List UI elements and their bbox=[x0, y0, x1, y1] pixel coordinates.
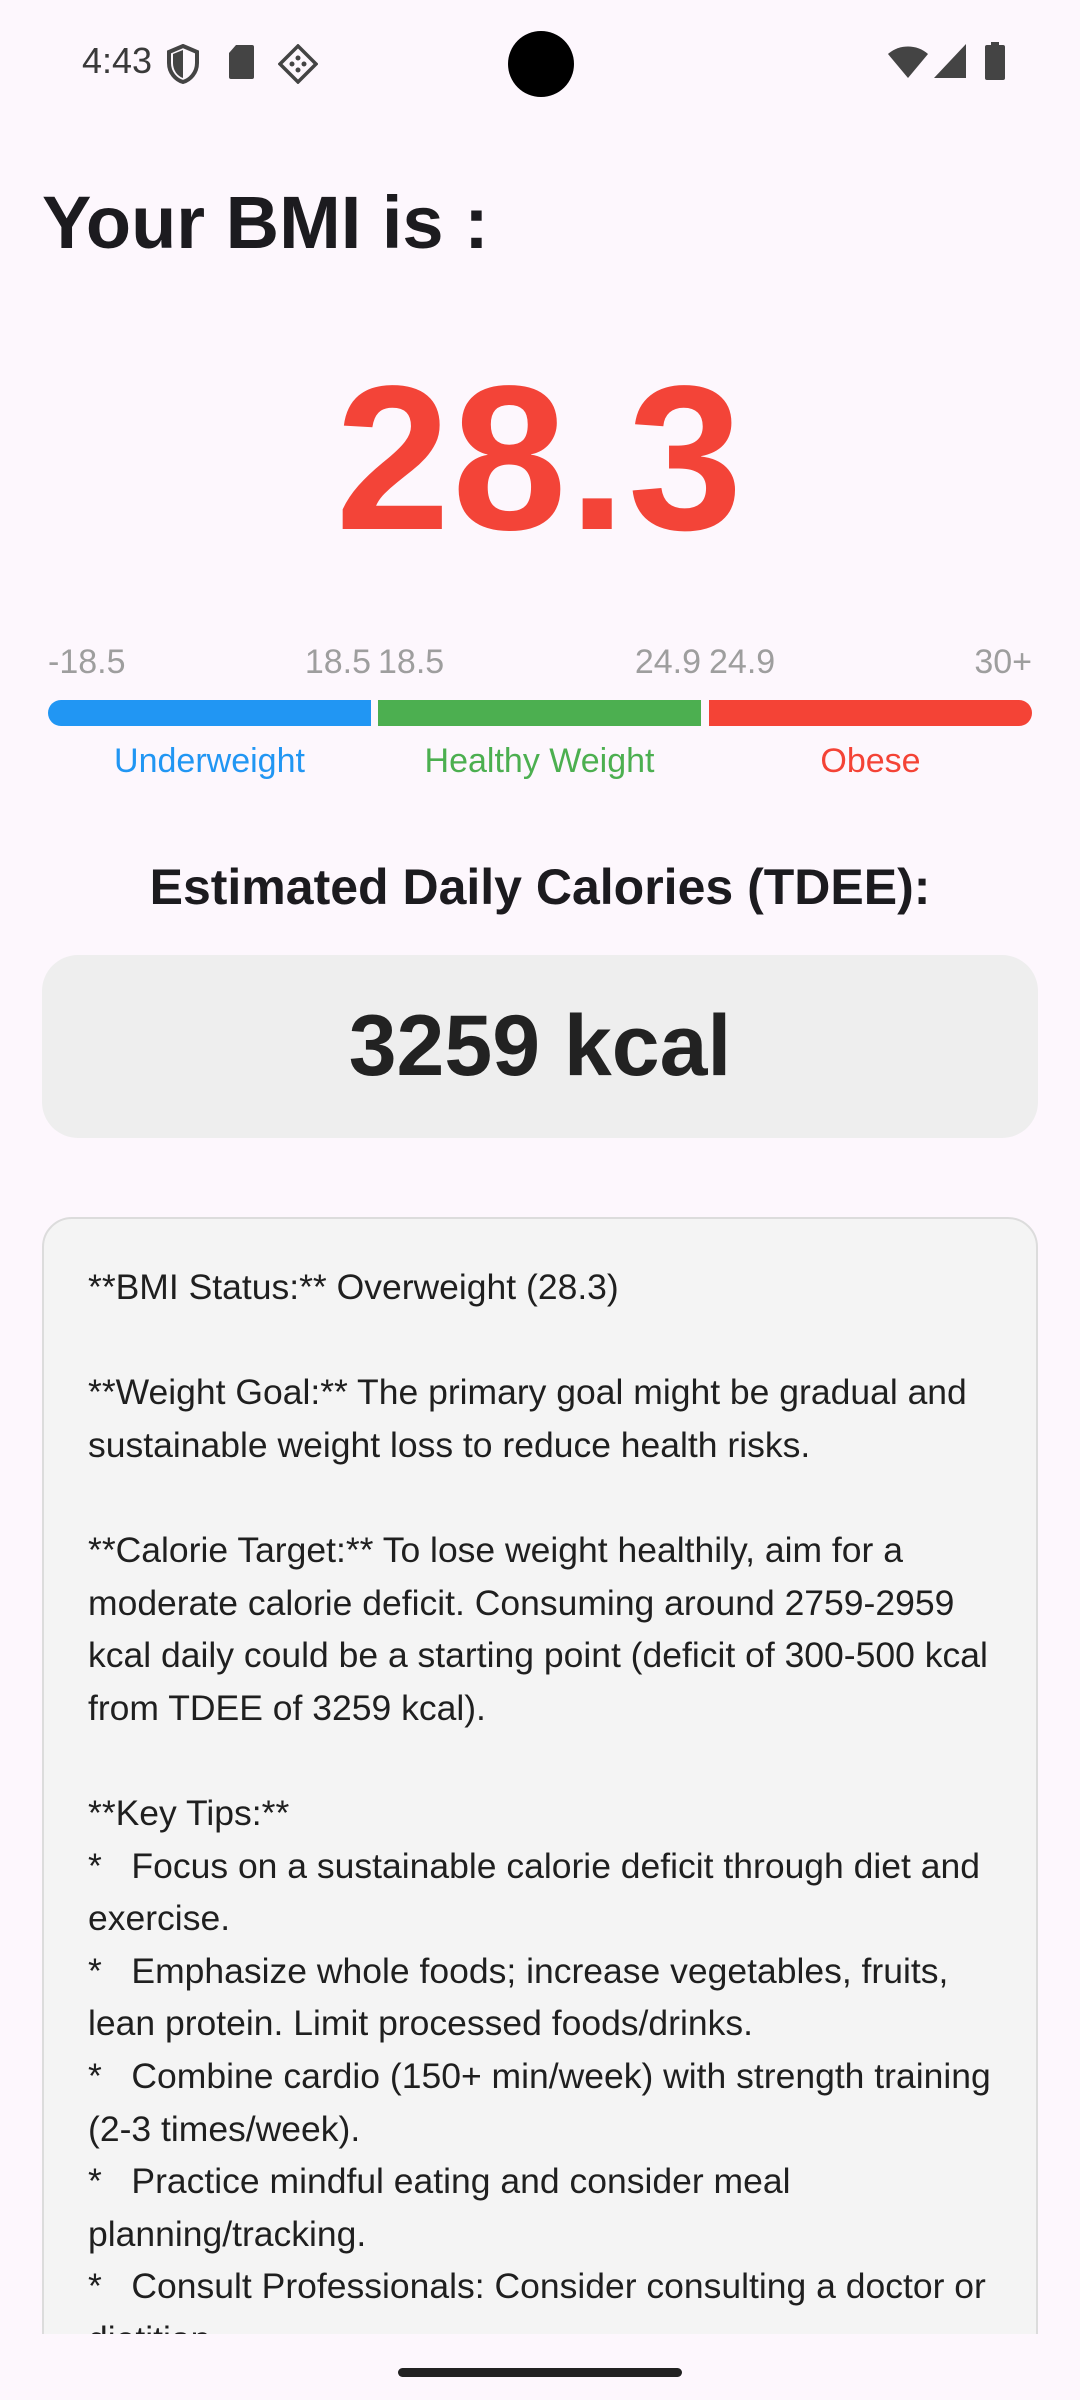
segment-min-label: -18.5 bbox=[48, 643, 126, 681]
segment-bar-underweight bbox=[48, 700, 371, 726]
scale-segment-healthy: 18.5 24.9 Healthy Weight bbox=[378, 640, 701, 790]
scale-segment-obese: 24.9 30+ Obese bbox=[709, 640, 1032, 790]
segment-bar-healthy bbox=[378, 700, 701, 726]
bmi-scale: -18.5 18.5 Underweight 18.5 24.9 Healthy… bbox=[48, 640, 1032, 790]
segment-max-label: 30+ bbox=[974, 643, 1032, 681]
segment-max-label: 24.9 bbox=[634, 643, 701, 681]
segment-label-underweight: Underweight bbox=[114, 742, 305, 780]
segment-min-label: 24.9 bbox=[709, 643, 776, 681]
tdee-card: 3259 kcal bbox=[42, 955, 1038, 1138]
cellular-signal-icon bbox=[934, 44, 966, 83]
bmi-value: 28.3 bbox=[335, 343, 745, 573]
tdee-value: 3259 kcal bbox=[348, 998, 732, 1094]
sd-card-icon bbox=[228, 44, 254, 85]
segment-label-healthy: Healthy Weight bbox=[424, 742, 655, 780]
wifi-icon bbox=[888, 46, 928, 83]
scale-segment-underweight: -18.5 18.5 Underweight bbox=[48, 640, 371, 790]
gesture-handle[interactable] bbox=[398, 2368, 682, 2377]
shield-icon bbox=[166, 43, 200, 89]
segment-min-label: 18.5 bbox=[378, 643, 445, 681]
advice-text: **BMI Status:** Overweight (28.3) **Weig… bbox=[88, 1267, 991, 2359]
segment-bar-obese bbox=[709, 700, 1032, 726]
page-title: Your BMI is : bbox=[42, 181, 489, 264]
tdee-heading: Estimated Daily Calories (TDEE): bbox=[149, 859, 931, 915]
status-time: 4:43 bbox=[82, 40, 153, 81]
camera-cutout bbox=[508, 31, 574, 97]
navigation-bar bbox=[0, 2334, 1080, 2400]
battery-icon bbox=[984, 42, 1006, 85]
segment-label-obese: Obese bbox=[820, 742, 921, 780]
status-bar: 4:43 bbox=[0, 0, 1080, 128]
segment-max-label: 18.5 bbox=[304, 643, 371, 681]
advice-card[interactable]: **BMI Status:** Overweight (28.3) **Weig… bbox=[42, 1217, 1038, 2400]
cast-diamond-icon bbox=[277, 43, 319, 89]
